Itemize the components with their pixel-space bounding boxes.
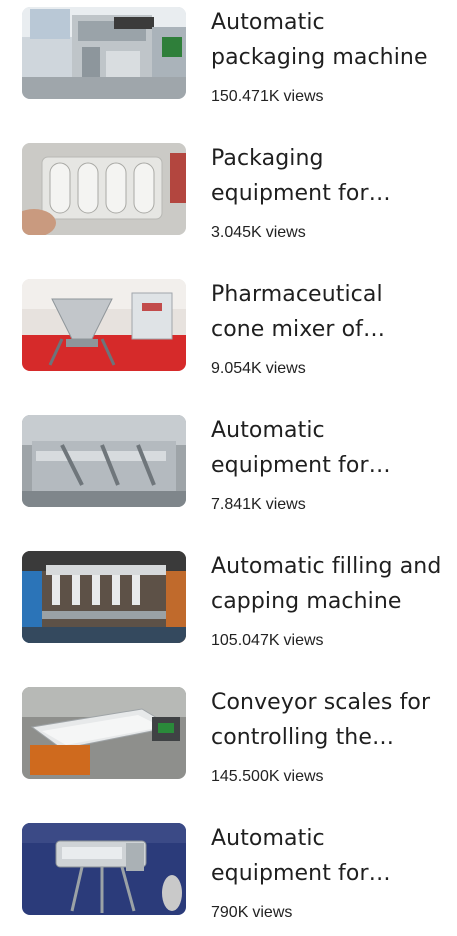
- view-count-unit: views: [283, 88, 324, 105]
- video-thumbnail[interactable]: [22, 823, 186, 915]
- thumbnail-image-checkweigher: [22, 687, 186, 779]
- video-item[interactable]: Automatic filling and capping machine 10…: [0, 544, 457, 664]
- thumbnail-image-cone-mixer: [22, 279, 186, 371]
- view-count: 150.471K views: [211, 88, 324, 106]
- view-count-unit: views: [265, 224, 306, 241]
- video-item[interactable]: Conveyor scales for controlling the weig…: [0, 680, 457, 800]
- view-count: 7.841K views: [211, 496, 306, 514]
- thumbnail-image-conveyor-arms: [22, 415, 186, 507]
- view-count: 3.045K views: [211, 224, 306, 242]
- view-count: 790K views: [211, 904, 292, 922]
- view-count-value: 7.841K: [211, 496, 262, 513]
- view-count-value: 105.047K: [211, 632, 280, 649]
- video-thumbnail[interactable]: [22, 7, 186, 99]
- thumbnail-image-filling-nozzles: [22, 551, 186, 643]
- video-title[interactable]: Automatic equipment for labeling: [211, 821, 443, 891]
- video-title[interactable]: Pharmaceutical cone mixer of powders: [211, 277, 443, 347]
- view-count-unit: views: [265, 496, 306, 513]
- video-item[interactable]: Pharmaceutical cone mixer of powders 9.0…: [0, 272, 457, 392]
- video-thumbnail[interactable]: [22, 415, 186, 507]
- view-count-value: 9.054K: [211, 360, 262, 377]
- view-count-value: 145.500K: [211, 768, 280, 785]
- video-title[interactable]: Conveyor scales for controlling the weig…: [211, 685, 443, 755]
- video-thumbnail[interactable]: [22, 279, 186, 371]
- view-count-unit: views: [283, 632, 324, 649]
- video-thumbnail[interactable]: [22, 687, 186, 779]
- thumbnail-image-packaging-machine: [22, 7, 186, 99]
- view-count-value: 3.045K: [211, 224, 262, 241]
- view-count: 145.500K views: [211, 768, 324, 786]
- view-count-unit: views: [265, 360, 306, 377]
- view-count: 105.047K views: [211, 632, 324, 650]
- video-item[interactable]: Automatic packaging machine 150.471K view…: [0, 0, 457, 120]
- video-title[interactable]: Automatic filling and capping machine: [211, 549, 443, 619]
- view-count: 9.054K views: [211, 360, 306, 378]
- view-count-unit: views: [252, 904, 293, 921]
- video-title[interactable]: Packaging equipment for blisters: [211, 141, 443, 211]
- video-title[interactable]: Automatic packaging machine: [211, 5, 443, 75]
- video-item[interactable]: Automatic equipment for packing 7.841Kvi…: [0, 408, 457, 528]
- video-thumbnail[interactable]: [22, 551, 186, 643]
- thumbnail-image-labeler: [22, 823, 186, 915]
- view-count-value: 150.471K: [211, 88, 280, 105]
- view-count-unit: views: [283, 768, 324, 785]
- video-item[interactable]: Packaging equipment for blisters 3.045Kv…: [0, 136, 457, 256]
- video-item[interactable]: Automatic equipment for labeling 790Kvie…: [0, 816, 457, 936]
- video-thumbnail[interactable]: [22, 143, 186, 235]
- thumbnail-image-blister: [22, 143, 186, 235]
- view-count-value: 790K: [211, 904, 249, 921]
- video-title[interactable]: Automatic equipment for packing: [211, 413, 443, 483]
